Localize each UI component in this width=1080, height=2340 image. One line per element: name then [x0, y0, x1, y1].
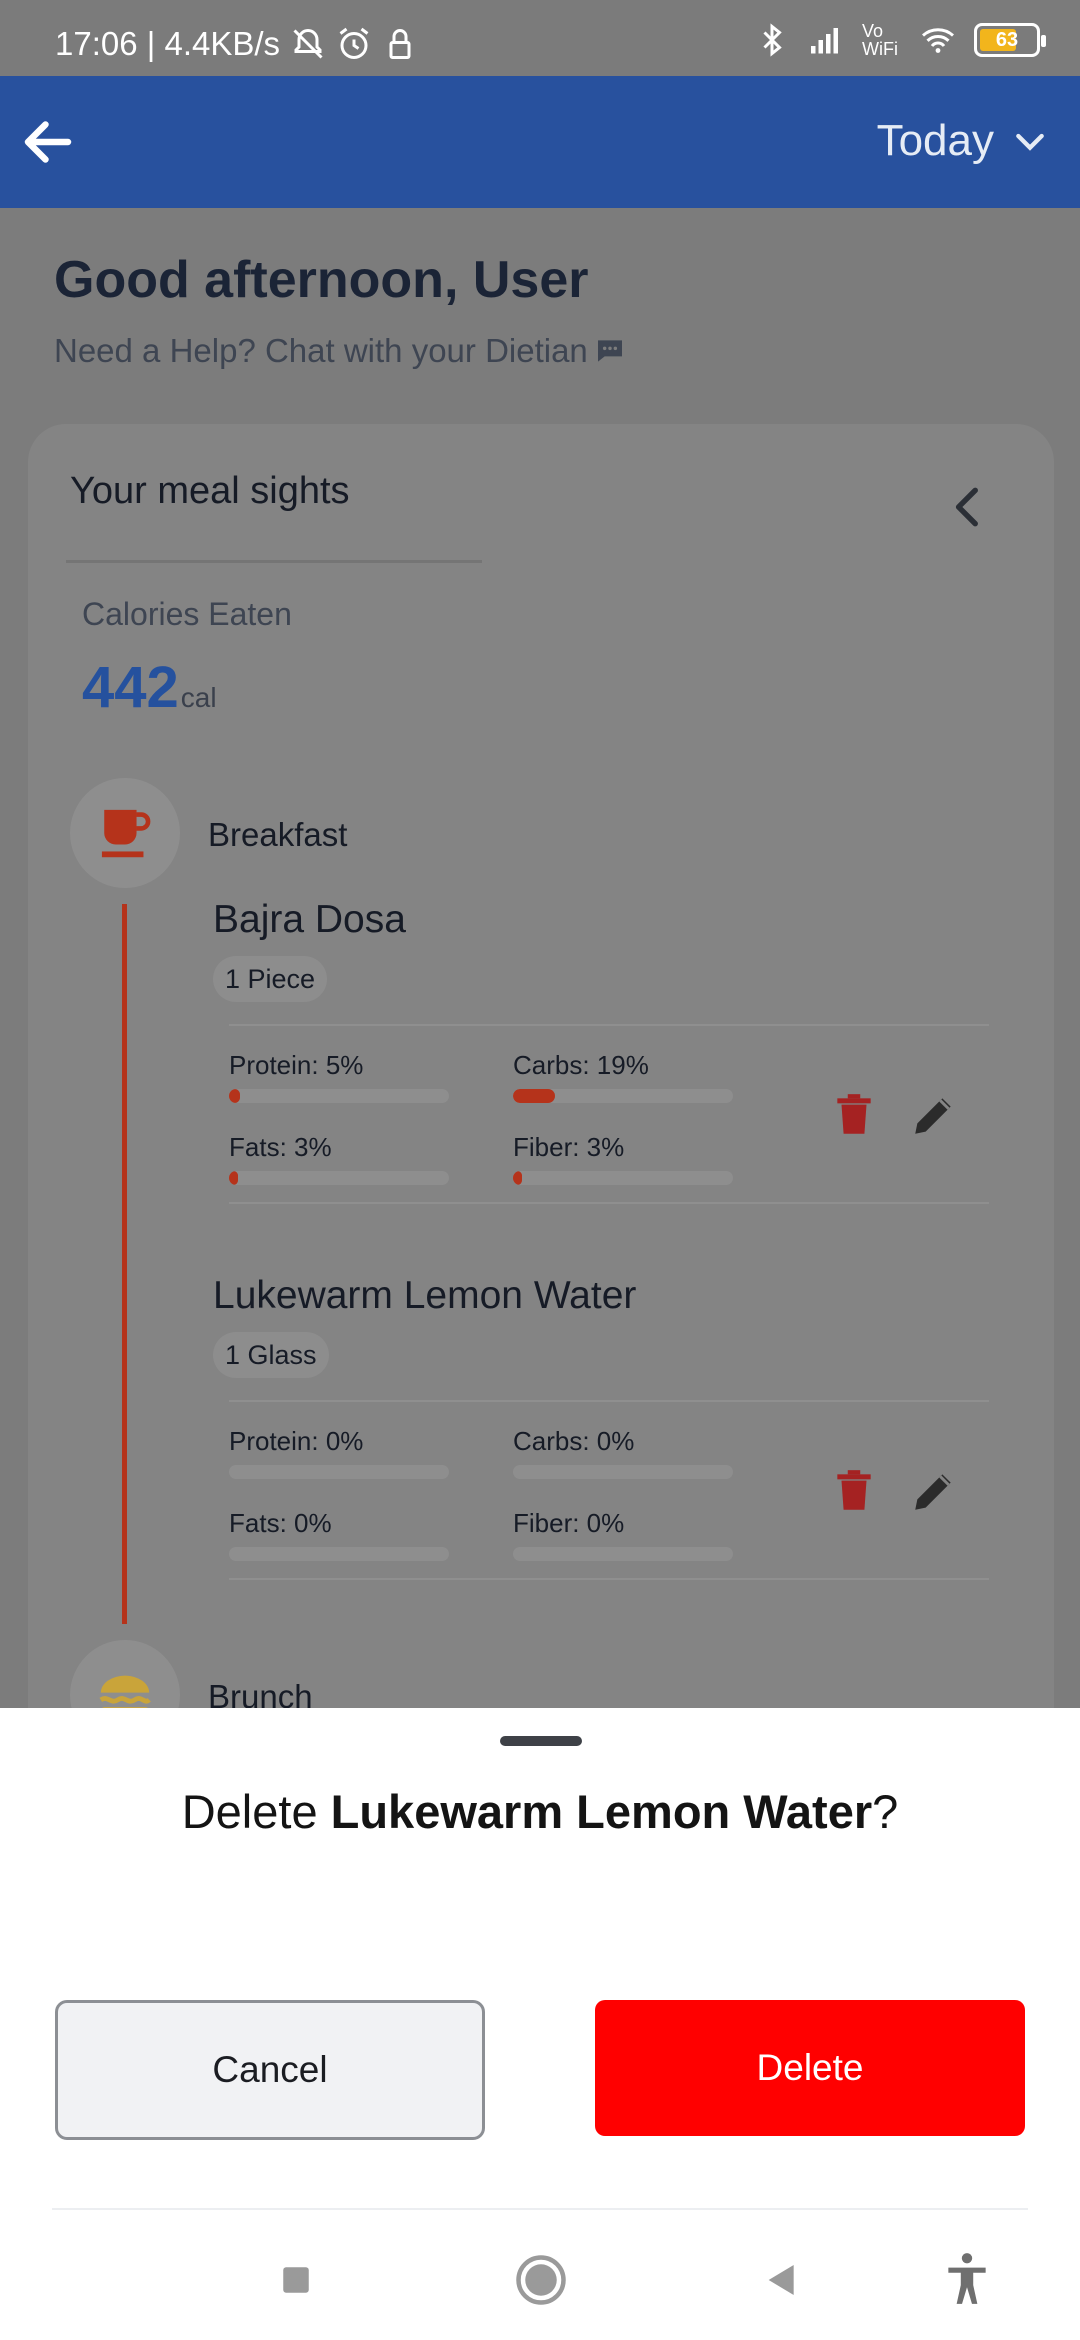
macro-carbs: Carbs: 0%	[513, 1426, 733, 1479]
page-title: Good afternoon, User	[54, 251, 589, 309]
macro-fiber: Fiber: 3%	[513, 1132, 733, 1185]
quantity-chip: 1 Piece	[213, 956, 328, 1002]
trash-icon[interactable]	[829, 1090, 879, 1140]
calories-number: 442	[82, 655, 179, 720]
progress-bar	[513, 1171, 733, 1185]
back-button[interactable]	[752, 2250, 812, 2310]
progress-bar	[229, 1547, 449, 1561]
progress-bar	[513, 1547, 733, 1561]
sheet-title-item: Lukewarm Lemon Water	[330, 1785, 873, 1838]
status-time-speed: 17:06 | 4.4KB/s	[55, 25, 281, 62]
macro-fiber: Fiber: 0%	[513, 1508, 733, 1561]
battery-level: 63	[995, 28, 1019, 51]
main-content: Good afternoon, User Need a Help? Chat w…	[0, 208, 1080, 1708]
home-button[interactable]	[511, 2250, 571, 2310]
macro-label: Fats: 0%	[229, 1508, 332, 1538]
macro-fats: Fats: 0%	[229, 1508, 449, 1561]
progress-fill	[513, 1171, 522, 1185]
macro-label: Fats: 3%	[229, 1132, 332, 1162]
help-text: Need a Help? Chat with your Dietian	[54, 332, 588, 369]
date-filter-dropdown[interactable]: Today	[877, 116, 1050, 166]
battery-icon: 63	[974, 23, 1046, 57]
back-triangle-icon	[768, 2265, 794, 2295]
macro-panel: Protein: 5% Carbs: 19% Fats: 3% Fiber: 3…	[229, 1024, 989, 1204]
meal-timeline	[122, 904, 127, 1624]
recents-button[interactable]	[266, 2250, 326, 2310]
macro-label: Protein: 0%	[229, 1426, 364, 1456]
status-bar: 17:06 | 4.4KB/s Vo WiFi 63	[0, 0, 1080, 76]
macro-fats: Fats: 3%	[229, 1132, 449, 1185]
mute-icon	[293, 28, 323, 59]
meal-name-breakfast: Breakfast	[208, 816, 348, 853]
coffee-cup-icon	[101, 809, 151, 858]
edit-pencil-icon[interactable]	[909, 1090, 959, 1140]
bluetooth-icon	[763, 23, 782, 57]
progress-bar	[229, 1089, 449, 1103]
quantity-chip: 1 Glass	[213, 1332, 329, 1378]
macro-label: Carbs: 0%	[513, 1426, 635, 1456]
calories-unit: cal	[180, 682, 217, 713]
system-nav-bar	[0, 2230, 1080, 2340]
date-filter-label: Today	[876, 116, 994, 165]
app-bar: Today	[0, 76, 1080, 208]
drag-handle[interactable]	[500, 1736, 582, 1746]
progress-fill	[229, 1089, 240, 1103]
macro-protein: Protein: 5%	[229, 1050, 449, 1103]
back-arrow-icon[interactable]	[18, 112, 78, 172]
sheet-title-prefix: Delete	[181, 1785, 331, 1838]
lock-icon	[389, 29, 411, 59]
progress-fill	[229, 1171, 238, 1185]
edit-pencil-icon[interactable]	[909, 1466, 959, 1516]
burger-icon	[99, 1675, 151, 1708]
square-icon	[283, 2267, 309, 2293]
food-title: Lukewarm Lemon Water	[213, 1274, 637, 1317]
progress-bar	[513, 1465, 733, 1479]
macro-carbs: Carbs: 19%	[513, 1050, 733, 1103]
progress-bar	[229, 1171, 449, 1185]
brunch-avatar	[70, 1640, 180, 1708]
macro-label: Protein: 5%	[229, 1050, 364, 1080]
macro-label: Fiber: 0%	[513, 1508, 625, 1538]
divider	[66, 560, 482, 563]
vowifi-label: Vo WiFi	[862, 21, 898, 59]
card-title: Your meal sights	[70, 470, 350, 512]
accessibility-button[interactable]	[937, 2250, 997, 2310]
progress-bar	[229, 1465, 449, 1479]
accessibility-icon	[948, 2253, 986, 2304]
trash-icon[interactable]	[829, 1466, 879, 1516]
food-title: Bajra Dosa	[213, 898, 406, 941]
home-circle-icon	[516, 2255, 566, 2305]
calories-label: Calories Eaten	[82, 596, 292, 632]
macro-label: Fiber: 3%	[513, 1132, 625, 1162]
wifi-icon	[922, 28, 954, 53]
progress-bar	[513, 1089, 733, 1103]
sheet-title-suffix: ?	[872, 1785, 899, 1838]
alarm-icon	[339, 27, 369, 59]
macro-label: Carbs: 19%	[513, 1050, 649, 1080]
progress-fill	[513, 1089, 555, 1103]
macro-protein: Protein: 0%	[229, 1426, 449, 1479]
meal-insights-card: Your meal sights Calories Eaten 442cal B…	[28, 424, 1054, 1708]
divider	[52, 2208, 1028, 2210]
chevron-down-icon	[1016, 133, 1044, 151]
calories-value: 442cal	[82, 654, 217, 721]
macro-panel: Protein: 0% Carbs: 0% Fats: 0% Fiber: 0%	[229, 1400, 989, 1580]
dietician-chat-link[interactable]: Need a Help? Chat with your Dietian	[54, 332, 626, 370]
breakfast-avatar	[70, 778, 180, 888]
signal-icon	[811, 28, 838, 54]
delete-button[interactable]: Delete	[595, 2000, 1025, 2136]
cancel-button[interactable]: Cancel	[55, 2000, 485, 2140]
sheet-title: Delete Lukewarm Lemon Water?	[0, 1784, 1080, 1839]
chevron-left-icon[interactable]	[944, 482, 994, 532]
meal-name-brunch: Brunch	[208, 1678, 313, 1708]
chat-bubble-icon	[597, 340, 622, 362]
